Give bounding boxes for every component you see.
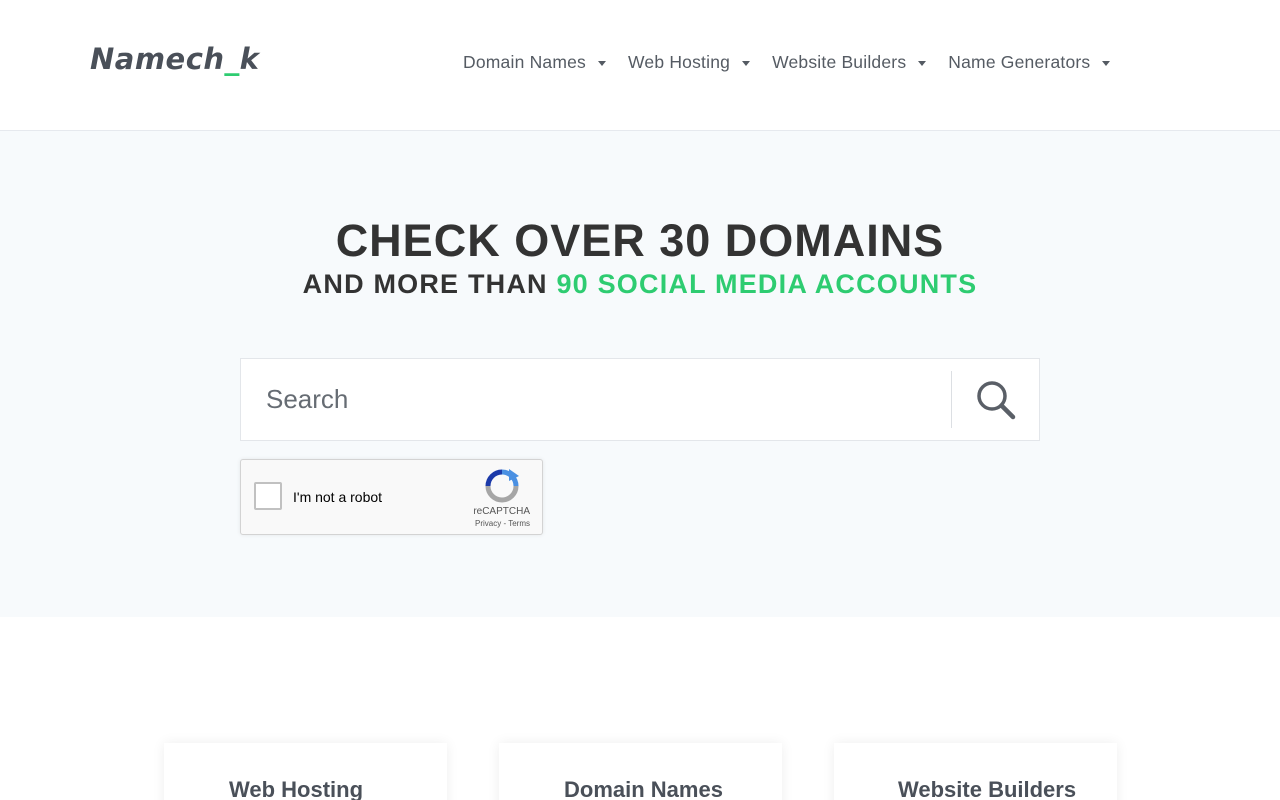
search-box	[240, 358, 1040, 441]
card-title: Domain Names	[564, 777, 723, 800]
card-title: Website Builders	[898, 777, 1077, 800]
subline-plain: AND MORE THAN	[302, 269, 557, 299]
recaptcha-brand: reCAPTCHA	[473, 506, 530, 517]
search-button[interactable]	[952, 359, 1040, 440]
recaptcha-logo-icon	[485, 469, 519, 503]
card-domain-names[interactable]: Domain Names	[499, 743, 782, 800]
logo-underscore: _	[224, 42, 240, 76]
caret-down-icon	[918, 61, 927, 66]
nav-web-hosting-label: Web Hosting	[628, 52, 731, 72]
subline-accent: 90 SOCIAL MEDIA ACCOUNTS	[556, 269, 978, 299]
headline-light: CHECK OVER	[335, 215, 660, 266]
nav-domain-names-label: Domain Names	[463, 52, 586, 72]
main-nav: Domain Names Web Hosting Website Builder…	[463, 52, 1132, 73]
recaptcha-links[interactable]: Privacy - Terms	[475, 519, 530, 528]
site-header: Namech_k Domain Names Web Hosting Websit…	[0, 0, 1280, 131]
caret-down-icon	[742, 61, 751, 66]
card-web-hosting[interactable]: Web Hosting	[164, 743, 447, 800]
search-icon	[977, 380, 1016, 419]
recaptcha-label: I'm not a robot	[293, 489, 383, 505]
site-logo[interactable]: Namech_k	[90, 42, 259, 76]
headline-bold: 30 DOMAINS	[659, 215, 945, 266]
hero-subline: AND MORE THAN 90 SOCIAL MEDIA ACCOUNTS	[0, 269, 1280, 300]
hero-headline: CHECK OVER 30 DOMAINS	[0, 215, 1280, 267]
card-website-builders[interactable]: Website Builders	[834, 743, 1117, 800]
category-cards: Web Hosting Domain Names Website Builder…	[0, 617, 1280, 800]
nav-web-hosting[interactable]: Web Hosting	[628, 52, 751, 73]
search-input[interactable]	[241, 359, 951, 440]
card-title: Web Hosting	[229, 777, 364, 800]
nav-website-builders[interactable]: Website Builders	[772, 52, 927, 73]
caret-down-icon	[1102, 61, 1111, 66]
logo-text-start: Namech	[90, 42, 225, 76]
nav-website-builders-label: Website Builders	[772, 52, 907, 72]
nav-domain-names[interactable]: Domain Names	[463, 52, 606, 73]
caret-down-icon	[598, 61, 606, 66]
recaptcha-widget: I'm not a robot reCAPTCHA Privacy - Term…	[240, 459, 543, 535]
nav-name-generators[interactable]: Name Generators	[948, 52, 1111, 73]
hero-section: CHECK OVER 30 DOMAINS AND MORE THAN 90 S…	[0, 131, 1280, 617]
recaptcha-checkbox[interactable]	[254, 482, 282, 510]
logo-text-end: k	[239, 42, 260, 76]
nav-name-generators-label: Name Generators	[948, 52, 1091, 72]
